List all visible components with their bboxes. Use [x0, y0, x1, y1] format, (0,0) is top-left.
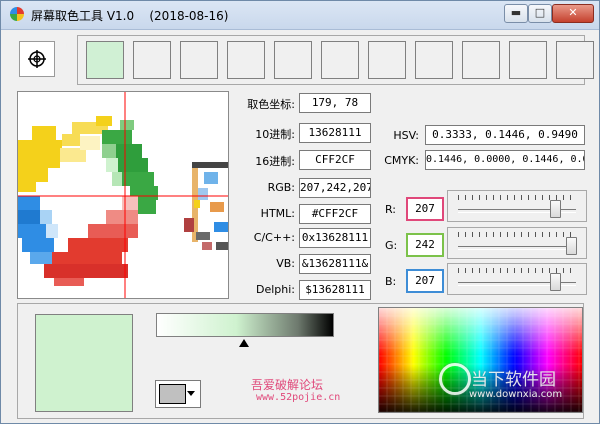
chevron-down-icon [187, 391, 195, 396]
watermark-forum-name: 吾爱破解论坛 [251, 378, 324, 392]
gradient-marker-icon[interactable] [239, 339, 249, 347]
r-slider-thumb[interactable] [549, 200, 561, 218]
hex-label: 16进制: [255, 155, 295, 168]
r-label: R: [385, 203, 397, 216]
dropdown-swatch [159, 384, 186, 404]
history-swatch[interactable] [180, 41, 218, 79]
coord-field[interactable]: 179, 78 [299, 93, 371, 113]
g-slider-track[interactable] [458, 246, 576, 250]
g-slider-thumb[interactable] [566, 237, 578, 255]
history-swatch[interactable] [556, 41, 594, 79]
g-slider-ticks [458, 232, 576, 237]
b-value-field[interactable]: 207 [406, 269, 444, 293]
html-label: HTML: [260, 207, 295, 220]
c-label: C/C++: [253, 231, 295, 244]
magnified-pixels [18, 92, 228, 298]
dec-field[interactable]: 13628111 [299, 123, 371, 143]
rgb-label: RGB: [267, 181, 295, 194]
vb-field[interactable]: &13628111& [299, 254, 371, 274]
dec-label: 10进制: [255, 128, 295, 141]
app-logo-icon [10, 7, 24, 21]
title-bar: 屏幕取色工具 V1.0 (2018-08-16) ▬ □ ✕ [1, 1, 599, 30]
delphi-label: Delphi: [255, 283, 295, 296]
history-swatch[interactable] [321, 41, 359, 79]
window-title: 屏幕取色工具 V1.0 (2018-08-16) [31, 9, 229, 23]
watermark-logo-icon [439, 363, 471, 395]
history-swatch[interactable] [227, 41, 265, 79]
c-field[interactable]: 0x13628111 [299, 228, 371, 248]
b-slider-thumb[interactable] [549, 273, 561, 291]
history-swatch[interactable] [415, 41, 453, 79]
history-swatch[interactable] [86, 41, 124, 79]
history-swatch[interactable] [133, 41, 171, 79]
history-swatch[interactable] [274, 41, 312, 79]
magnifier-view [17, 91, 229, 299]
cmyk-label: CMYK: [384, 154, 419, 167]
app-window: 屏幕取色工具 V1.0 (2018-08-16) ▬ □ ✕ 取色坐标: 179… [0, 0, 600, 424]
history-swatch[interactable] [509, 41, 547, 79]
history-panel [77, 35, 594, 85]
current-color-preview [35, 314, 133, 412]
html-field[interactable]: #CFF2CF [299, 204, 371, 224]
watermark-forum-url: www.52pojie.cn [256, 392, 341, 403]
color-dropdown[interactable] [155, 380, 201, 408]
crosshair-icon [28, 50, 46, 68]
brightness-gradient-bar[interactable] [156, 313, 334, 337]
pick-color-button[interactable] [19, 41, 55, 77]
cmyk-field[interactable]: 0.1446, 0.0000, 0.1446, 0.0510 [425, 150, 585, 170]
g-label: G: [385, 239, 398, 252]
history-swatch[interactable] [462, 41, 500, 79]
g-value-field[interactable]: 242 [406, 233, 444, 257]
r-value-field[interactable]: 207 [406, 197, 444, 221]
b-slider-panel [447, 263, 587, 295]
minimize-button[interactable]: ▬ [504, 4, 528, 23]
coord-label: 取色坐标: [247, 98, 295, 111]
hsv-field[interactable]: 0.3333, 0.1446, 0.9490 [425, 125, 585, 145]
maximize-button[interactable]: □ [528, 4, 552, 23]
close-button[interactable]: ✕ [552, 4, 594, 23]
b-label: B: [385, 275, 397, 288]
vb-label: VB: [276, 257, 295, 270]
watermark-site-url: www.downxia.com [469, 389, 563, 400]
g-slider-panel [447, 227, 587, 259]
rgb-field[interactable]: 207,242,207 [299, 178, 371, 198]
hsv-label: HSV: [393, 129, 419, 142]
delphi-field[interactable]: $13628111 [299, 280, 371, 300]
r-slider-panel [447, 190, 587, 222]
history-swatch[interactable] [368, 41, 406, 79]
watermark-site-name: 当下软件园 [471, 370, 556, 390]
hex-field[interactable]: CFF2CF [299, 150, 371, 170]
